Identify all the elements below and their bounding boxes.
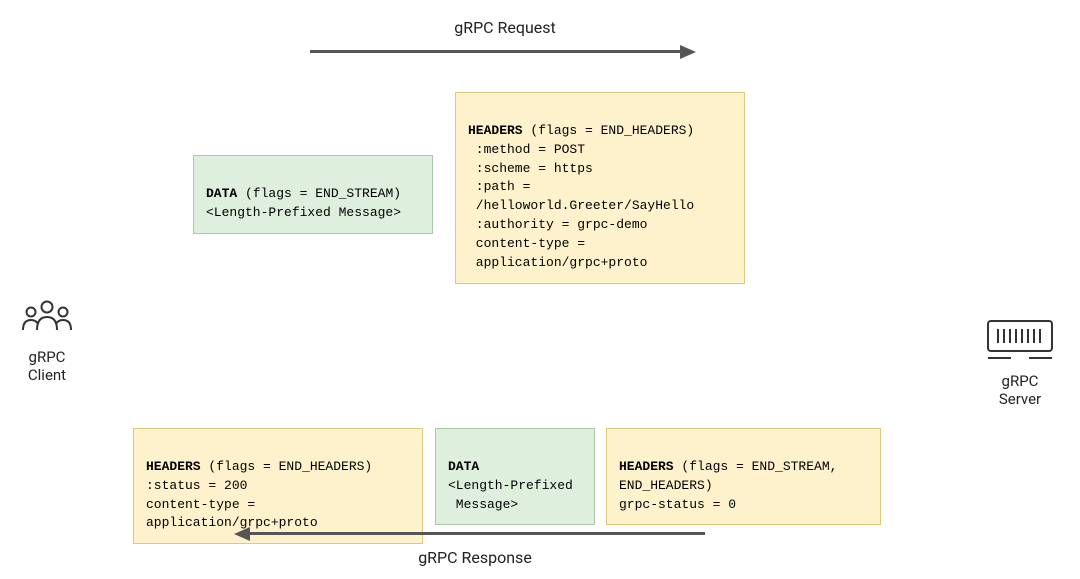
request-arrow-line xyxy=(310,50,680,53)
server-icon xyxy=(985,318,1055,363)
request-headers-frame: HEADERS (flags = END_HEADERS) :method = … xyxy=(455,92,745,284)
frame-title: HEADERS xyxy=(468,123,523,138)
client-label: gRPC Client xyxy=(22,348,72,384)
response-label: gRPC Response xyxy=(405,548,545,567)
frame-title: DATA xyxy=(206,186,237,201)
frame-title: HEADERS xyxy=(146,459,201,474)
request-data-frame: DATA (flags = END_STREAM) <Length-Prefix… xyxy=(193,155,433,234)
frame-flags: (flags = END_HEADERS) xyxy=(201,459,373,474)
request-arrow-head xyxy=(680,45,696,59)
frame-body: <Length-Prefixed Message> xyxy=(206,205,401,220)
response-arrow-head xyxy=(234,527,250,541)
frame-body: :method = POST :scheme = https :path = /… xyxy=(468,142,694,270)
frame-flags: (flags = END_STREAM) xyxy=(237,186,401,201)
frame-flags: (flags = END_HEADERS) xyxy=(523,123,695,138)
frame-title: HEADERS xyxy=(619,459,674,474)
response-data-frame: DATA <Length-Prefixed Message> xyxy=(435,428,595,525)
client-icon xyxy=(20,300,75,340)
response-arrow-line xyxy=(250,532,705,535)
frame-body: :status = 200 content-type = application… xyxy=(146,478,318,531)
frame-body: <Length-Prefixed Message> xyxy=(448,478,573,512)
response-headers-frame: HEADERS (flags = END_HEADERS) :status = … xyxy=(133,428,423,544)
server-label: gRPC Server xyxy=(990,372,1050,408)
response-trailers-frame: HEADERS (flags = END_STREAM, END_HEADERS… xyxy=(606,428,881,525)
request-label: gRPC Request xyxy=(445,18,565,37)
frame-title: DATA xyxy=(448,459,479,474)
frame-body: grpc-status = 0 xyxy=(619,497,736,512)
